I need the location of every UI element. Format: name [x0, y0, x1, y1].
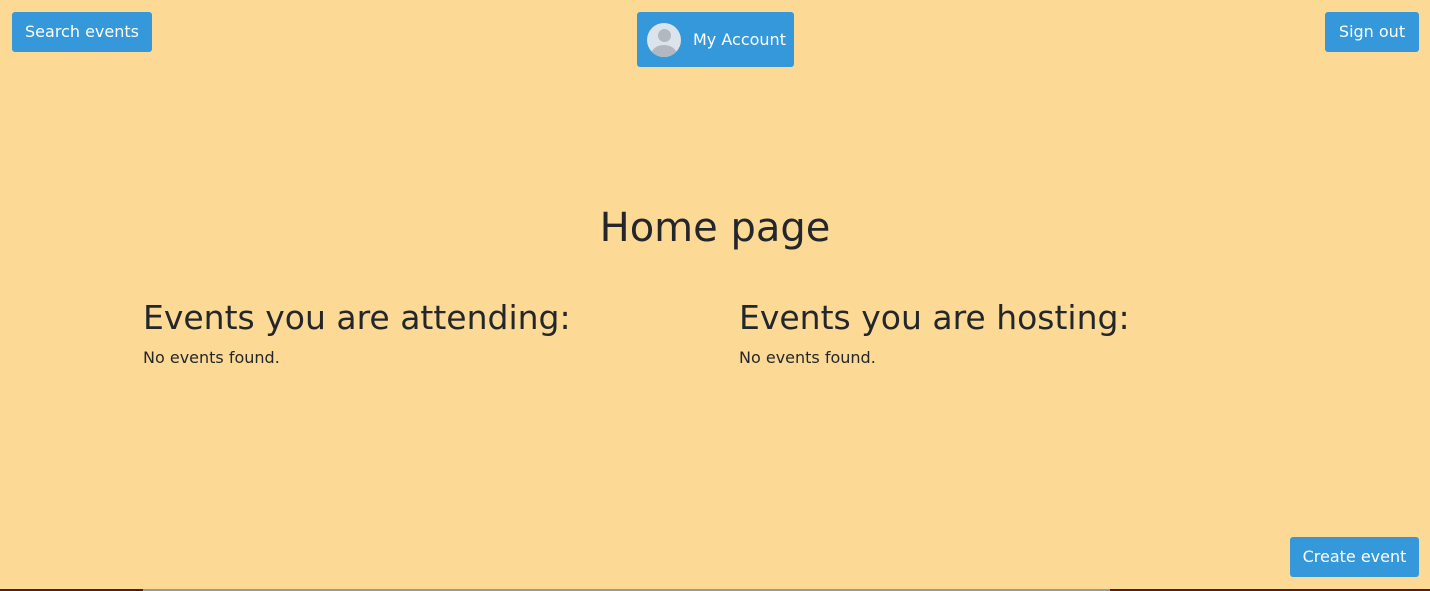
hosting-events-section: Events you are hosting: No events found. — [739, 296, 1130, 370]
hosting-events-empty-text: No events found. — [739, 348, 876, 367]
user-avatar-icon — [647, 22, 681, 57]
attending-events-section: Events you are attending: No events foun… — [143, 296, 571, 370]
page-title: Home page — [599, 205, 831, 251]
create-event-button[interactable]: Create event — [1290, 537, 1419, 577]
my-account-button[interactable]: My Account — [637, 12, 794, 67]
my-account-label: My Account — [693, 30, 786, 49]
attending-events-heading: Events you are attending: — [143, 298, 571, 337]
hosting-events-heading: Events you are hosting: — [739, 298, 1130, 337]
search-events-button[interactable]: Search events — [12, 12, 152, 52]
attending-events-empty-text: No events found. — [143, 348, 280, 367]
sign-out-button[interactable]: Sign out — [1325, 12, 1419, 52]
